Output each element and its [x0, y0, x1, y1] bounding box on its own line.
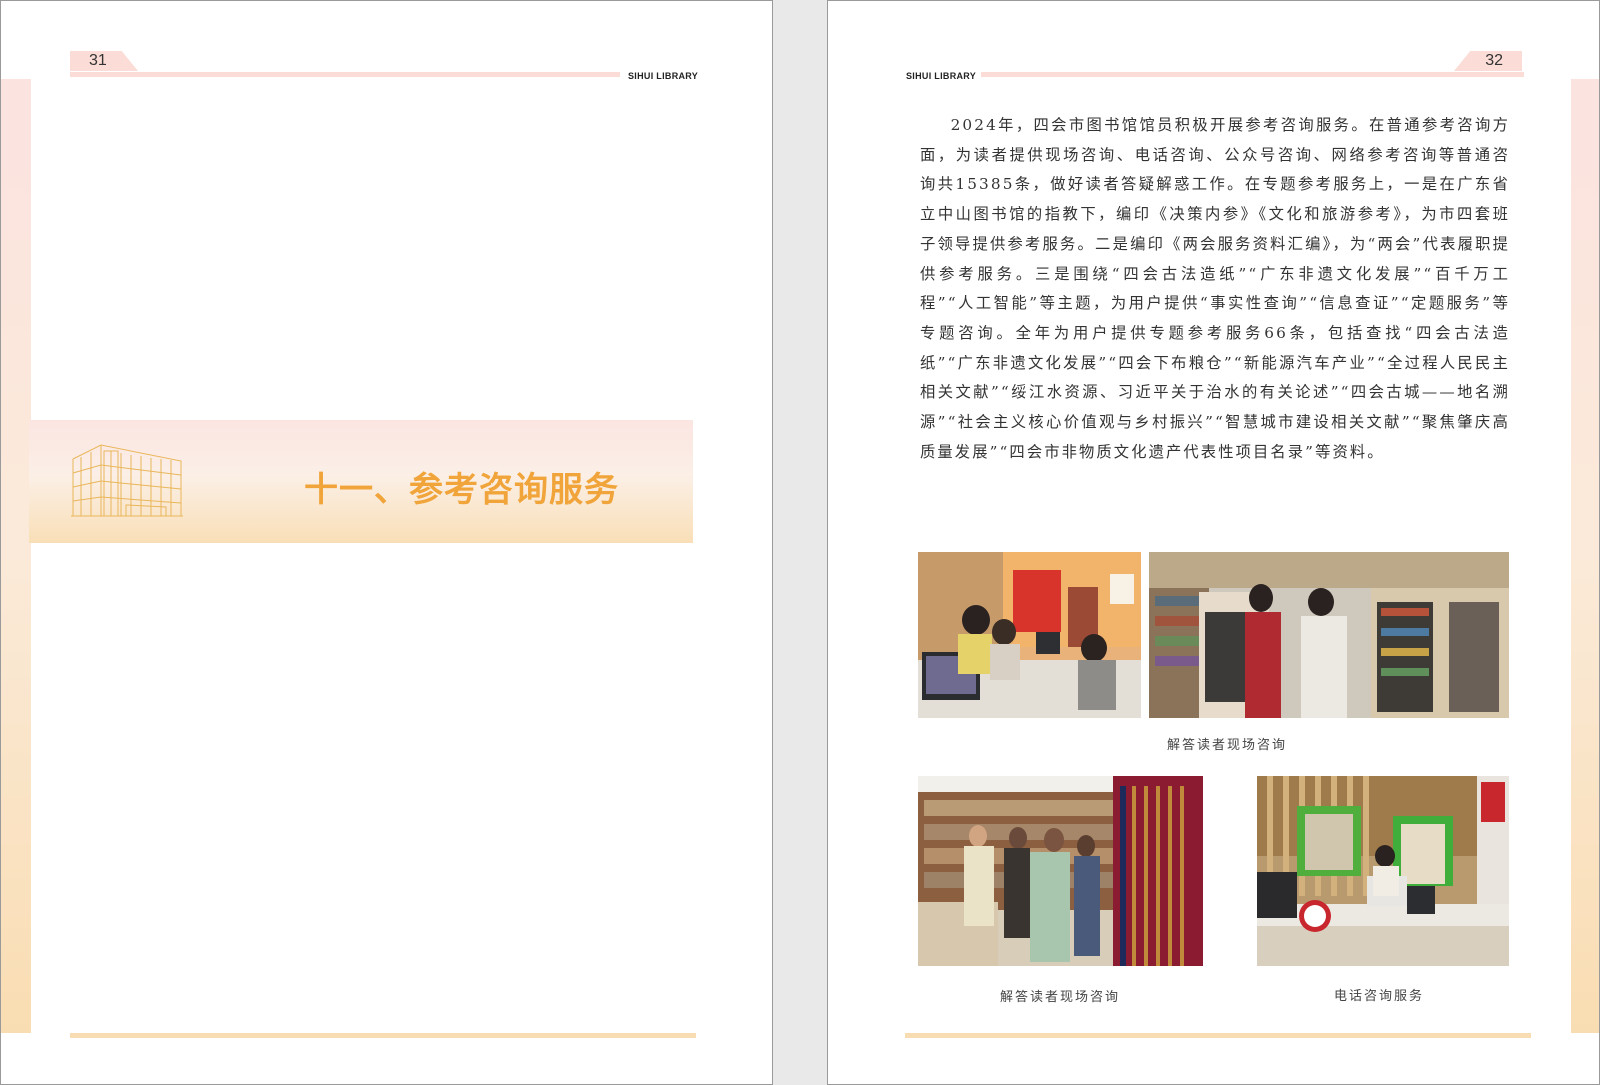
page-number: 32: [1454, 51, 1522, 71]
header-library-label: SIHUI LIBRARY: [628, 71, 699, 81]
right-page: 32 SIHUI LIBRARY 2024年，四会市图书馆馆员积极开展参考咨询服…: [827, 0, 1600, 1085]
photo-onsite-consultation-desk: [918, 552, 1141, 718]
header-library-label: SIHUI LIBRARY: [906, 71, 977, 81]
page-edge-band: [1, 79, 31, 1033]
photo-onsite-consultation-volumes: [918, 776, 1203, 966]
chapter-banner: 十一、参考咨询服务: [29, 420, 693, 543]
photo-caption: 电话咨询服务: [1334, 989, 1425, 1004]
footer-rule: [70, 1033, 696, 1038]
page-edge-band: [1571, 79, 1599, 1033]
library-building-icon: [71, 444, 183, 517]
header-rule: [981, 72, 1524, 77]
header-rule: [70, 72, 620, 77]
chapter-title: 十一、参考咨询服务: [304, 470, 619, 510]
photo-caption: 解答读者现场咨询: [1000, 990, 1121, 1005]
page-number: 31: [70, 51, 138, 71]
photo-onsite-consultation-shelves: [1149, 552, 1509, 718]
footer-rule: [905, 1033, 1531, 1038]
left-page: 31 SIHUI LIBRARY 十一、参考咨询服务: [0, 0, 773, 1085]
body-paragraph: 2024年，四会市图书馆馆员积极开展参考咨询服务。在普通参考咨询方面，为读者提供…: [920, 116, 1510, 461]
photo-caption: 解答读者现场咨询: [1167, 738, 1288, 753]
photo-phone-consultation: [1257, 776, 1509, 966]
